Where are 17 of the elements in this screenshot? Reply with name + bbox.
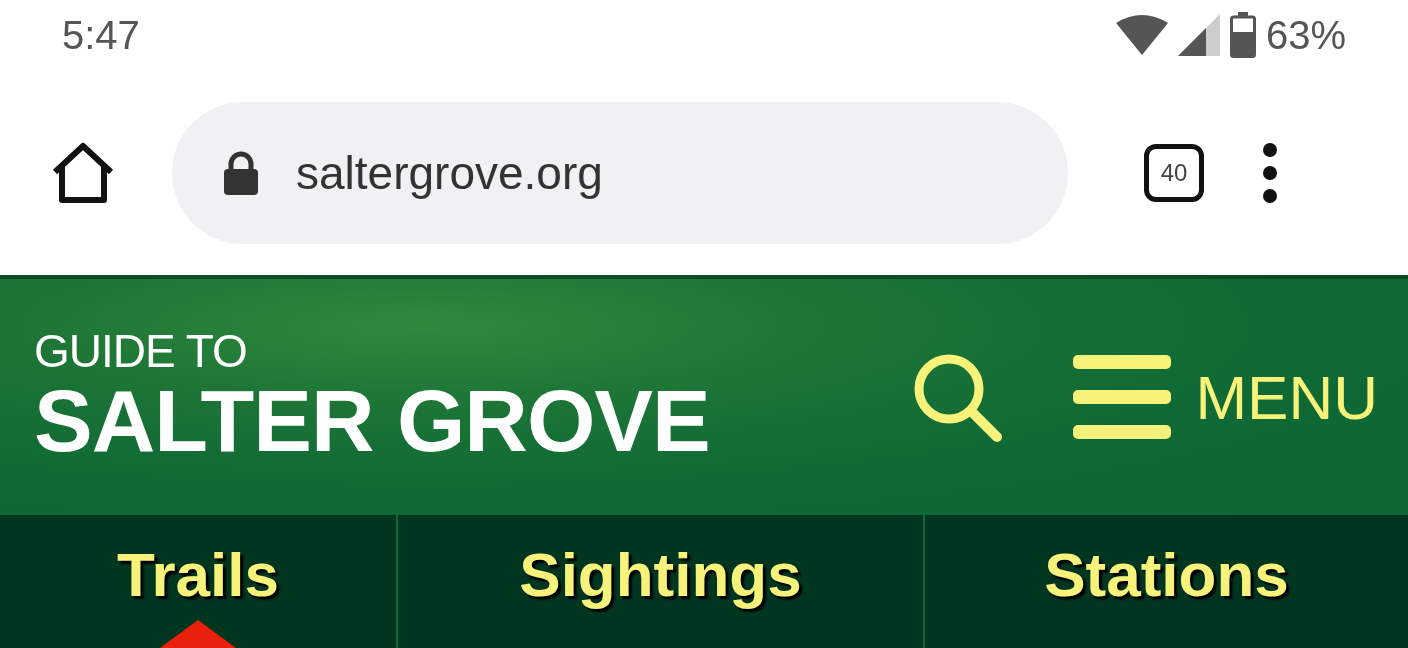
battery-percentage: 63% xyxy=(1265,12,1346,58)
site-title[interactable]: SALTER GROVE xyxy=(34,375,912,467)
home-icon[interactable] xyxy=(50,141,116,204)
site-kicker: GUIDE TO xyxy=(34,327,248,375)
pointer-triangle-icon xyxy=(160,620,236,648)
lock-icon xyxy=(222,150,260,195)
signal-icon xyxy=(1177,14,1220,56)
more-options-icon[interactable] xyxy=(1260,141,1280,204)
menu-button[interactable]: MENU xyxy=(1073,355,1378,439)
nav-tab[interactable]: Sightings xyxy=(398,515,925,648)
battery-icon xyxy=(1229,12,1256,58)
status-time: 5:47 xyxy=(62,12,140,58)
menu-icon xyxy=(1073,355,1172,439)
nav-tab[interactable]: Stations xyxy=(925,515,1408,648)
address-bar[interactable]: saltergrove.org xyxy=(172,101,1068,244)
wifi-icon xyxy=(1115,15,1168,55)
tab-count-button[interactable]: 40 xyxy=(1144,143,1204,202)
